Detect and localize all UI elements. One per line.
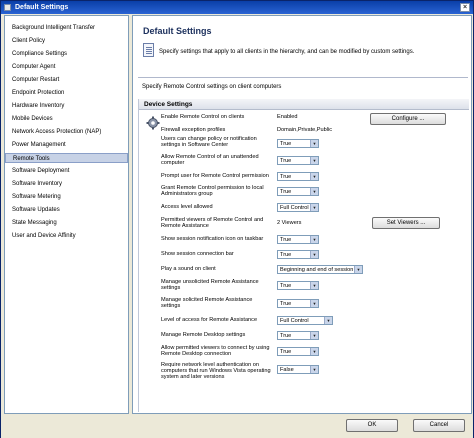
setting-value-permitted-viewers: 2 Viewers — [277, 220, 302, 226]
sidebar-item-network-access-protection[interactable]: Network Access Protection (NAP) — [5, 127, 128, 137]
dialog-button-bar: OK Cancel — [1, 415, 473, 438]
combo-value: True — [280, 141, 292, 147]
sidebar-item-background-intelligent-transfer[interactable]: Background Intelligent Transfer — [5, 23, 128, 33]
sidebar-item-client-policy[interactable]: Client Policy — [5, 36, 128, 46]
setting-value-enable-remote-control: Enabled — [277, 114, 298, 120]
setting-label-require-nla: Require network level authentication on … — [161, 362, 271, 381]
combo-allow-rdc[interactable]: True ▼ — [277, 347, 319, 356]
sidebar-item-state-messaging[interactable]: State Messaging — [5, 218, 128, 228]
chevron-down-icon[interactable]: ▼ — [310, 188, 318, 195]
sidebar-item-software-deployment[interactable]: Software Deployment — [5, 166, 128, 176]
settings-sidebar: Background Intelligent Transfer Client P… — [4, 15, 129, 414]
gear-icon — [146, 116, 160, 130]
combo-value: Full Control — [280, 205, 309, 211]
combo-value: True — [280, 174, 292, 180]
combo-value: True — [280, 189, 292, 195]
settings-panel: Default Settings Specify settings that a… — [132, 15, 472, 414]
chevron-down-icon[interactable]: ▼ — [310, 282, 318, 289]
combo-solicited-ra[interactable]: True ▼ — [277, 299, 319, 308]
sidebar-item-computer-agent[interactable]: Computer Agent — [5, 62, 128, 72]
header-divider — [138, 77, 468, 78]
chevron-down-icon[interactable]: ▼ — [310, 140, 318, 147]
setting-label-access-level-allowed: Access level allowed — [161, 204, 213, 210]
setting-label-grant-local-admins: Grant Remote Control permission to local… — [161, 185, 264, 198]
setting-label-solicited-ra: Manage solicited Remote Assistance setti… — [161, 297, 253, 310]
sidebar-item-computer-restart[interactable]: Computer Restart — [5, 75, 128, 85]
setting-label-permitted-viewers: Permitted viewers of Remote Control and … — [161, 217, 264, 230]
combo-ra-access-level[interactable]: Full Control ▼ — [277, 316, 333, 325]
setting-label-prompt-user: Prompt user for Remote Control permissio… — [161, 173, 269, 179]
group-header: Device Settings — [139, 99, 469, 110]
chevron-down-icon[interactable]: ▼ — [324, 317, 332, 324]
combo-value: True — [280, 252, 292, 258]
combo-value: True — [280, 283, 292, 289]
chevron-down-icon[interactable]: ▼ — [310, 157, 318, 164]
combo-manage-remote-desktop[interactable]: True ▼ — [277, 331, 319, 340]
configure-button[interactable]: Configure ... — [370, 113, 446, 125]
settings-window: Default Settings × Background Intelligen… — [0, 0, 474, 438]
combo-access-level-allowed[interactable]: Full Control ▼ — [277, 203, 319, 212]
setting-label-enable-remote-control: Enable Remote Control on clients — [161, 114, 245, 120]
window-title: Default Settings — [15, 4, 69, 11]
setting-label-allow-rdc: Allow permitted viewers to connect by us… — [161, 345, 270, 358]
sidebar-item-power-management[interactable]: Power Management — [5, 140, 128, 150]
chevron-down-icon[interactable]: ▼ — [310, 332, 318, 339]
combo-play-sound[interactable]: Beginning and end of session ▼ — [277, 265, 363, 274]
sidebar-item-hardware-inventory[interactable]: Hardware Inventory — [5, 101, 128, 111]
setting-label-manage-remote-desktop: Manage Remote Desktop settings — [161, 332, 246, 338]
setting-label-firewall-exception-profiles: Firewall exception profiles — [161, 127, 226, 133]
combo-grant-local-admins[interactable]: True ▼ — [277, 187, 319, 196]
chevron-down-icon[interactable]: ▼ — [310, 236, 318, 243]
chevron-down-icon[interactable]: ▼ — [310, 348, 318, 355]
setting-label-unsolicited-ra: Manage unsolicited Remote Assistance set… — [161, 279, 259, 292]
app-icon — [4, 4, 11, 11]
chevron-down-icon[interactable]: ▼ — [310, 366, 318, 373]
sidebar-item-mobile-devices[interactable]: Mobile Devices — [5, 114, 128, 124]
setting-label-ra-access-level: Level of access for Remote Assistance — [161, 317, 258, 323]
setting-label-users-can-change-policy: Users can change policy or notification … — [161, 136, 257, 149]
combo-users-can-change-policy[interactable]: True ▼ — [277, 139, 319, 148]
chevron-down-icon[interactable]: ▼ — [354, 266, 362, 273]
sidebar-item-software-inventory[interactable]: Software Inventory — [5, 179, 128, 189]
setting-label-show-notification-icon: Show session notification icon on taskba… — [161, 236, 264, 242]
close-icon[interactable]: × — [460, 3, 470, 12]
ok-button[interactable]: OK — [346, 419, 398, 432]
sidebar-item-software-metering[interactable]: Software Metering — [5, 192, 128, 202]
setting-label-show-connection-bar: Show session connection bar — [161, 251, 234, 257]
combo-value: False — [280, 367, 294, 373]
page-title: Default Settings — [143, 26, 212, 36]
document-icon — [143, 43, 154, 57]
combo-show-connection-bar[interactable]: True ▼ — [277, 250, 319, 259]
setting-value-firewall-exception-profiles: Domain,Private,Public — [277, 127, 333, 133]
sidebar-item-software-updates[interactable]: Software Updates — [5, 205, 128, 215]
combo-value: Beginning and end of session — [280, 267, 354, 273]
combo-value: True — [280, 301, 292, 307]
chevron-down-icon[interactable]: ▼ — [310, 300, 318, 307]
sidebar-item-endpoint-protection[interactable]: Endpoint Protection — [5, 88, 128, 98]
setting-label-play-sound: Play a sound on client — [161, 266, 216, 272]
chevron-down-icon[interactable]: ▼ — [310, 251, 318, 258]
title-bar[interactable]: Default Settings × — [1, 1, 473, 14]
device-settings-group: Device Settings Enable Remote Control on… — [138, 99, 469, 412]
chevron-down-icon[interactable]: ▼ — [310, 204, 318, 211]
combo-allow-unattended[interactable]: True ▼ — [277, 156, 319, 165]
combo-unsolicited-ra[interactable]: True ▼ — [277, 281, 319, 290]
sidebar-item-user-and-device-affinity[interactable]: User and Device Affinity — [5, 231, 128, 241]
combo-value: True — [280, 158, 292, 164]
page-description: Specify settings that apply to all clien… — [159, 49, 415, 55]
combo-value: True — [280, 237, 292, 243]
section-subtitle: Specify Remote Control settings on clien… — [142, 84, 282, 90]
combo-require-nla[interactable]: False ▼ — [277, 365, 319, 374]
setting-label-allow-unattended: Allow Remote Control of an unattended co… — [161, 154, 259, 167]
combo-value: Full Control — [280, 318, 309, 324]
cancel-button[interactable]: Cancel — [413, 419, 465, 432]
combo-show-notification-icon[interactable]: True ▼ — [277, 235, 319, 244]
set-viewers-button[interactable]: Set Viewers ... — [372, 217, 440, 229]
sidebar-item-compliance-settings[interactable]: Compliance Settings — [5, 49, 128, 59]
chevron-down-icon[interactable]: ▼ — [310, 173, 318, 180]
combo-value: True — [280, 333, 292, 339]
combo-value: True — [280, 349, 292, 355]
combo-prompt-user[interactable]: True ▼ — [277, 172, 319, 181]
sidebar-item-remote-tools[interactable]: Remote Tools — [5, 153, 128, 163]
